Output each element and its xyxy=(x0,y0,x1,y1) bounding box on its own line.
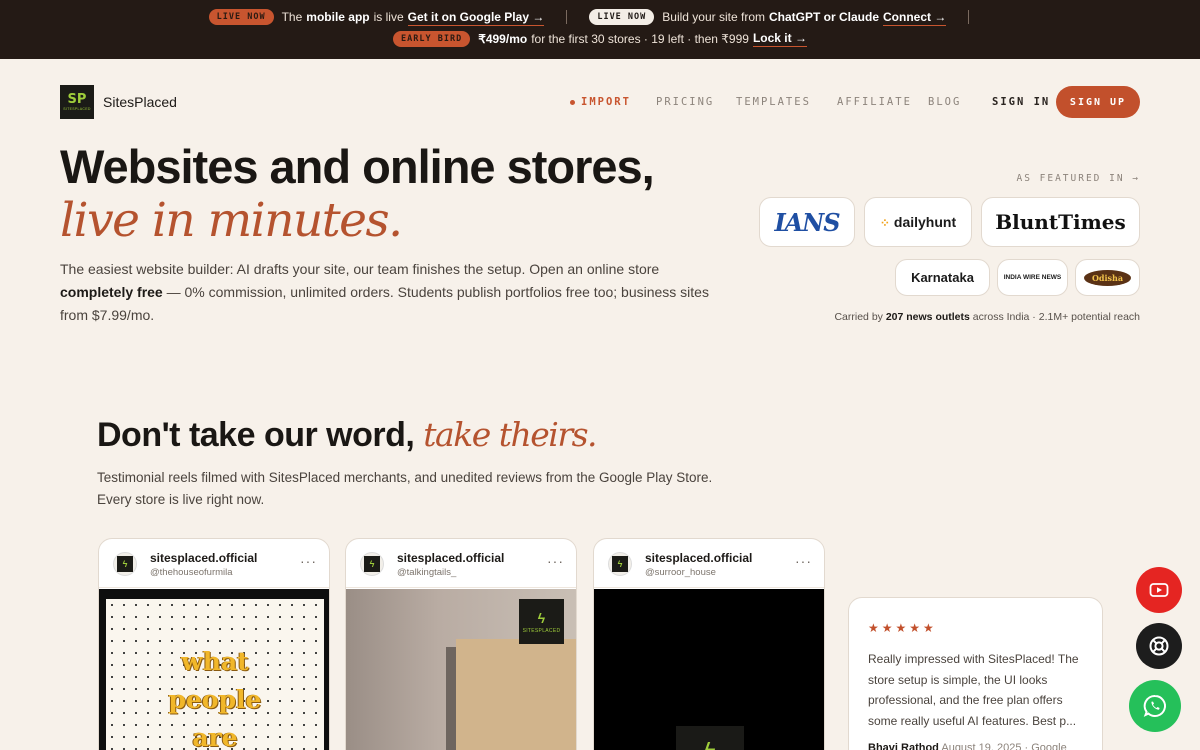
sitesplaced-logo-icon: ϟ xyxy=(676,726,744,750)
featured-in-label[interactable]: AS FEATURED IN → xyxy=(960,173,1140,184)
hero-title-accent: live in minutes. xyxy=(60,193,403,248)
early-bird-price: ₹499/mo xyxy=(478,32,528,46)
testimonials-subtitle: Testimonial reels filmed with SitesPlace… xyxy=(97,470,713,507)
review-text: Really impressed with SitesPlaced! The s… xyxy=(868,652,1079,728)
hero-title: Websites and online stores, live in minu… xyxy=(60,140,655,248)
whatsapp-button[interactable] xyxy=(1129,680,1181,732)
testimonials-title-accent: take theirs. xyxy=(423,415,597,454)
reel-handle: @thehouseofurmila xyxy=(150,567,233,578)
announcement-bar: LIVE NOW The mobile app is live Get it on G… xyxy=(0,0,1200,59)
reel-account[interactable]: sitesplaced.official xyxy=(645,551,752,565)
nav-blog[interactable]: BLOG xyxy=(928,96,961,108)
reel-caption-word: are xyxy=(192,723,238,750)
reel-card[interactable]: ϟ sitesplaced.official @talkingtails_ ··… xyxy=(345,538,577,750)
review-author: Bhavi Rathod August 19, 2025 · Google xyxy=(868,742,1067,750)
whatsapp-icon xyxy=(1143,694,1166,717)
reel-account[interactable]: sitesplaced.official xyxy=(150,551,257,565)
reel-thumbnail xyxy=(456,639,576,750)
sitesplaced-logo-icon: ϟ xyxy=(612,556,628,572)
divider xyxy=(566,10,568,24)
dailyhunt-dots-icon: ⁘ xyxy=(879,216,890,230)
reel-handle: @surroor_house xyxy=(645,567,716,578)
youtube-icon xyxy=(1149,583,1169,597)
reel-thumbnail: what people are xyxy=(106,599,324,750)
nav-pricing[interactable]: PRICING xyxy=(656,96,714,108)
early-bird-text: for the first 30 stores · 19 left · then… xyxy=(531,32,749,46)
help-button[interactable] xyxy=(1136,623,1182,669)
more-options-icon[interactable]: ··· xyxy=(300,553,317,569)
press-reach-text: Carried by 207 news outlets across India… xyxy=(834,311,1140,323)
reel-header: ϟ sitesplaced.official @thehouseofurmila… xyxy=(99,539,329,588)
live-now-badge: LIVE NOW xyxy=(208,9,274,25)
press-logo-dailyhunt[interactable]: ⁘ dailyhunt xyxy=(864,197,972,247)
reel-caption-word: what xyxy=(181,647,249,676)
sitesplaced-watermark: ϟ SITESPLACED xyxy=(519,599,564,644)
reel-account[interactable]: sitesplaced.official xyxy=(397,551,504,565)
reel-video[interactable]: ϟ SITESPLACED xyxy=(346,589,576,750)
nav-affiliate[interactable]: AFFILIATE xyxy=(837,96,912,108)
brand-name[interactable]: SitesPlaced xyxy=(103,94,177,110)
reel-card[interactable]: ϟ sitesplaced.official @surroor_house ··… xyxy=(593,538,825,750)
avatar: ϟ xyxy=(608,552,632,576)
avatar: ϟ xyxy=(113,552,137,576)
star-rating: ★★★★★ xyxy=(868,621,937,635)
more-options-icon[interactable]: ··· xyxy=(795,553,812,569)
reel-video[interactable]: what people are xyxy=(99,589,329,750)
sign-in-link[interactable]: SIGN IN xyxy=(992,96,1050,108)
help-lifebuoy-icon xyxy=(1149,636,1169,656)
reel-card[interactable]: ϟ sitesplaced.official @thehouseofurmila… xyxy=(98,538,330,750)
sitesplaced-logo-icon: ϟ xyxy=(364,556,380,572)
more-options-icon[interactable]: ··· xyxy=(547,553,564,569)
reel-caption-word: people xyxy=(168,685,262,714)
press-logo-karnataka[interactable]: Karnataka xyxy=(895,259,990,296)
logo-mark: SP xyxy=(67,92,87,107)
review-card: ★★★★★ Really impressed with SitesPlaced!… xyxy=(848,597,1103,750)
sign-up-button[interactable]: SIGN UP xyxy=(1056,86,1140,118)
lock-it-link[interactable]: Lock it → xyxy=(752,31,807,47)
testimonials-title: Don't take our word, take theirs. xyxy=(97,415,598,454)
logo[interactable]: SP SITESPLACED xyxy=(60,85,94,119)
press-logo-blunttimes[interactable]: BluntTimes xyxy=(981,197,1140,247)
build-announcement: Build your site from ChatGPT or Claude Con… xyxy=(662,10,947,26)
google-play-link[interactable]: Get it on Google Play → xyxy=(407,10,545,26)
press-logo-odisha[interactable]: Odisha xyxy=(1075,259,1140,296)
logo-text: SITESPLACED xyxy=(63,107,91,111)
live-now-badge-2: LIVE NOW xyxy=(589,9,655,25)
press-logo-india-wire-news[interactable]: INDIA WIRE NEWS xyxy=(997,259,1068,296)
app-announcement: The mobile app is live Get it on Google Pla… xyxy=(281,10,545,26)
reel-video[interactable]: ϟ xyxy=(594,589,824,750)
nav-import[interactable]: IMPORT xyxy=(570,96,631,108)
avatar: ϟ xyxy=(360,552,384,576)
reel-header: ϟ sitesplaced.official @surroor_house ··… xyxy=(594,539,824,588)
sitesplaced-logo-icon: ϟ xyxy=(117,556,133,572)
divider xyxy=(968,10,970,24)
connect-link[interactable]: Connect → xyxy=(883,10,947,26)
nav-templates[interactable]: TEMPLATES xyxy=(736,96,811,108)
reel-handle: @talkingtails_ xyxy=(397,567,457,578)
early-bird-badge: EARLY BIRD xyxy=(393,31,471,47)
press-logo-ians[interactable]: IANS xyxy=(759,197,855,247)
hero-subtitle: The easiest website builder: AI drafts y… xyxy=(60,261,709,323)
youtube-button[interactable] xyxy=(1136,567,1182,613)
reel-header: ϟ sitesplaced.official @talkingtails_ ··… xyxy=(346,539,576,588)
